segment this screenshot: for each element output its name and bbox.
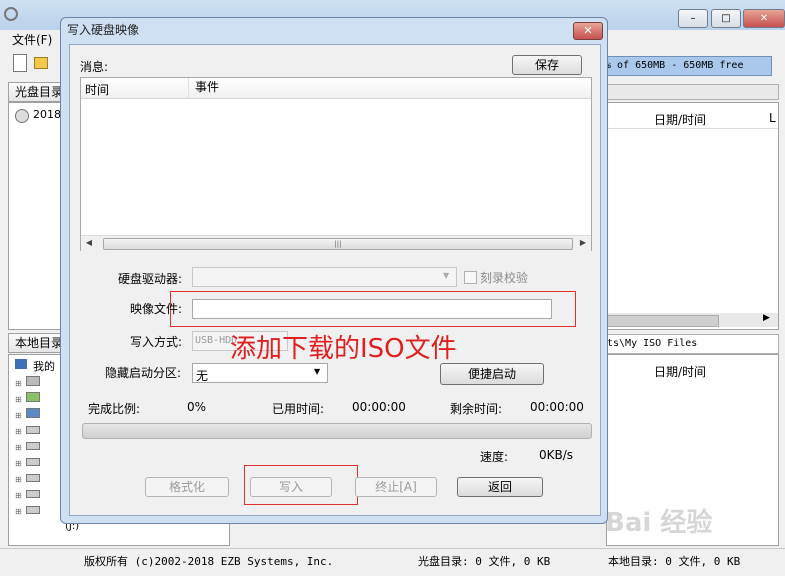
open-folder-icon[interactable] [34,57,48,69]
drive-row[interactable]: ⊞ [15,391,55,405]
back-button[interactable]: 返回 [457,477,543,497]
abort-button[interactable]: 终止[A] [355,477,437,497]
drive-icon [25,408,40,418]
col-l[interactable]: L [769,111,776,125]
free-space-text: % of 650MB - 650MB free [605,60,744,71]
iso-path-bar: ts\My ISO Files [606,334,779,354]
close-button[interactable]: ✕ [743,9,785,28]
speed-label: 速度: [480,450,509,464]
col-time[interactable]: 时间 [85,81,109,98]
drive-row[interactable]: ⊞ [15,455,55,469]
cd-list-header: 日期/时间 L [607,108,778,129]
scroll-right-icon[interactable]: ▶ [763,313,770,323]
format-button[interactable]: 格式化 [145,477,229,497]
menu-file[interactable]: 文件(F) [12,31,52,48]
quick-boot-button[interactable]: 便捷启动 [440,363,544,385]
cd-hscroll-thumb[interactable] [607,315,719,327]
col-datetime-2[interactable]: 日期/时间 [654,363,706,380]
messages-label: 消息: [80,60,109,74]
hidden-partition-select[interactable]: 无 ▼ [192,363,328,383]
cd-file-list: 日期/时间 L ▶ [606,102,779,330]
dialog-title: 写入硬盘映像 [67,23,140,37]
image-file-input[interactable] [192,299,552,319]
disk-drive-label: 硬盘驱动器: [118,272,183,286]
status-bar: 版权所有 (c)2002-2018 EZB Systems, Inc. 光盘目录… [0,548,785,571]
disk-drive-select[interactable]: ▼ [192,267,457,287]
write-image-dialog: 写入硬盘映像 ✕ 消息: 保存 时间 事件 ◀ ||| ▶ 硬盘驱动器: ▼ 刻… [60,17,608,524]
iso-path-text: ts\My ISO Files [607,338,698,349]
local-panel-header: 本地目录 [8,333,66,353]
done-ratio-label: 完成比例: [88,402,141,416]
drive-icon [25,458,40,466]
elapsed-label: 已用时间: [272,402,325,416]
watermark: Bai 经验 [605,508,713,538]
remaining-value: 00:00:00 [530,400,584,414]
local-panel-title: 本地目录 [15,336,64,350]
scroll-left-icon[interactable]: ◀ [81,236,97,250]
progress-bar [82,423,592,439]
cd-tree: 2018 [8,102,62,330]
toolbar [8,52,48,78]
drive-row[interactable]: ⊞ [15,439,55,453]
cd-panel-header: 光盘目录 [8,82,66,102]
status-local-dir: 本地目录: 0 文件, 0 KB [608,555,741,568]
drive-row[interactable]: ⊞ [15,375,55,389]
verify-label: 刻录校验 [480,271,529,285]
drive-icon [25,490,40,498]
message-hscrollbar[interactable]: ◀ ||| ▶ [81,235,591,251]
remaining-label: 剩余时间: [450,402,503,416]
maximize-button[interactable]: □ [711,9,741,28]
elapsed-value: 00:00:00 [352,400,406,414]
drive-row[interactable]: ⊞ [15,407,55,421]
drive-icon [25,426,40,434]
message-hscroll-thumb[interactable]: ||| [103,238,573,250]
col-event[interactable]: 事件 [195,78,219,95]
hidden-partition-value: 无 [196,369,209,383]
drive-row[interactable]: ⊞ [15,487,55,501]
col-divider [188,78,189,98]
dialog-close-button[interactable]: ✕ [573,22,603,40]
free-space-bar: % of 650MB - 650MB free [600,56,772,76]
cd-tree-item[interactable]: 2018 [33,108,61,121]
status-cd-dir: 光盘目录: 0 文件, 0 KB [418,555,551,568]
drive-icon [25,506,40,514]
chevron-down-icon: ▼ [314,367,321,376]
drive-icon [25,474,40,482]
minimize-button[interactable]: – [678,9,708,28]
status-copyright: 版权所有 (c)2002-2018 EZB Systems, Inc. [84,555,334,568]
image-file-label: 映像文件: [130,302,183,316]
hidden-partition-label: 隐藏启动分区: [105,366,182,380]
local-root-item[interactable]: 我的 [33,358,55,374]
drive-row[interactable]: ⊞ [15,471,55,485]
write-button[interactable]: 写入 [250,477,332,497]
chevron-down-icon: ▼ [443,271,450,280]
scroll-right-icon[interactable]: ▶ [575,236,591,250]
cd-drive-icon [15,109,29,123]
drive-row[interactable]: ⊞ [15,423,55,437]
speed-value: 0KB/s [539,448,574,462]
drive-icon [25,442,40,450]
message-list[interactable]: 时间 事件 ◀ ||| ▶ [80,77,592,251]
done-ratio-value: 0% [187,400,207,414]
new-file-icon[interactable] [13,54,27,72]
computer-icon [15,359,27,369]
local-drive-list: ⊞ ⊞ ⊞ ⊞ ⊞ ⊞ ⊞ ⊞ ⊞ [15,375,55,545]
drive-icon [25,392,40,402]
cd-hscrollbar[interactable]: ▶ [607,313,778,327]
dialog-client: 消息: 保存 时间 事件 ◀ ||| ▶ 硬盘驱动器: ▼ 刻录校验 映像文件: [69,44,601,516]
write-mode-label: 写入方式: [130,335,183,349]
col-datetime[interactable]: 日期/时间 [654,111,706,128]
save-button[interactable]: 保存 [512,55,582,75]
annotation-text: 添加下载的ISO文件 [230,334,457,364]
message-list-header: 时间 事件 [81,78,591,99]
drive-row[interactable]: ⊞ [15,503,55,517]
cd-panel-title: 光盘目录 [15,85,64,99]
app-icon [4,7,18,21]
cd-right-header-strip [606,84,779,100]
verify-checkbox[interactable] [464,271,477,284]
drive-icon [25,376,40,386]
